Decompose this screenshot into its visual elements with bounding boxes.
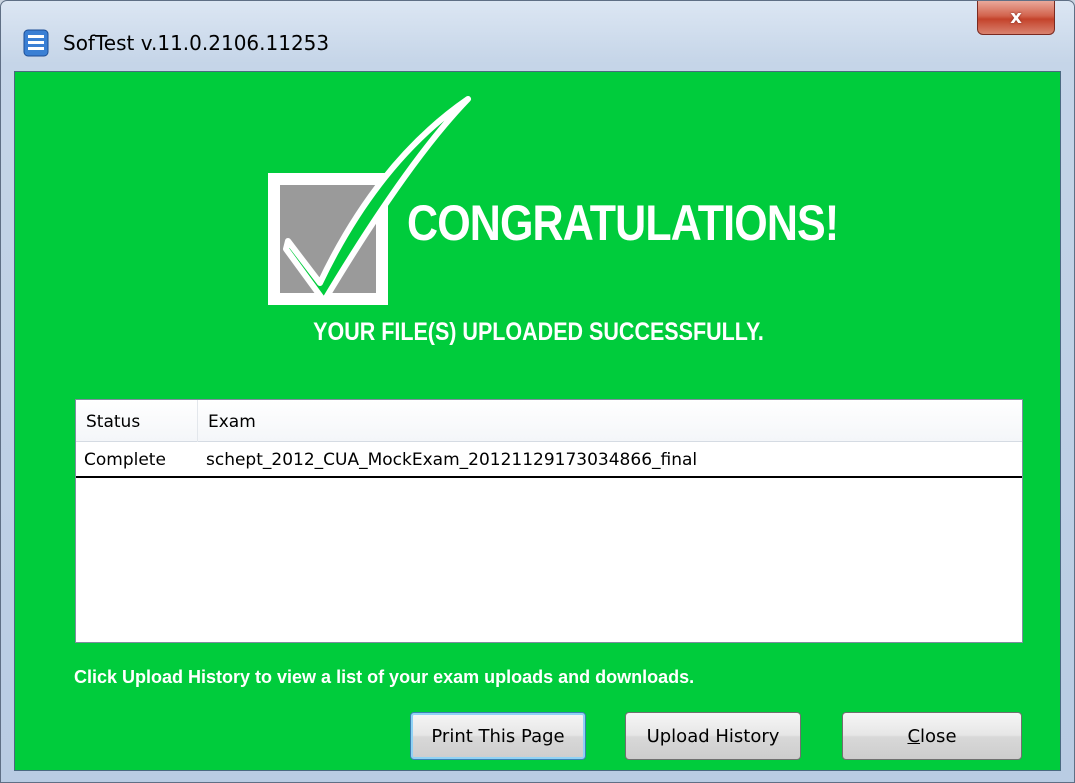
print-page-button[interactable]: Print This Page xyxy=(410,712,586,760)
softest-app-icon xyxy=(23,29,49,57)
close-button-label: lose xyxy=(920,725,957,747)
upload-history-hint: Click Upload History to view a list of y… xyxy=(74,667,695,687)
close-button-mnemonic: C xyxy=(907,725,921,747)
close-button[interactable]: Close xyxy=(842,712,1022,760)
window-title: SofTest v.11.0.2106.11253 xyxy=(63,31,330,55)
success-panel: CONGRATULATIONS! YOUR FILE(S) UPLOADED S… xyxy=(14,71,1061,771)
uploads-table[interactable]: Status Exam Complete schept_2012_CUA_Moc… xyxy=(75,399,1023,643)
column-header-status[interactable]: Status xyxy=(76,400,198,442)
upload-history-button[interactable]: Upload History xyxy=(625,712,801,760)
table-row[interactable]: Complete schept_2012_CUA_MockExam_201211… xyxy=(76,442,1022,478)
window-close-button[interactable]: x xyxy=(977,1,1055,35)
title-bar[interactable]: SofTest v.11.0.2106.11253 x xyxy=(1,1,1074,73)
close-icon: x xyxy=(1010,7,1022,28)
softest-window: SofTest v.11.0.2106.11253 x CONGRATULATI… xyxy=(0,0,1075,783)
column-header-exam[interactable]: Exam xyxy=(198,400,1022,442)
headline: CONGRATULATIONS! xyxy=(407,195,839,251)
history-button-label: Upload History xyxy=(646,725,780,747)
cell-exam: schept_2012_CUA_MockExam_201211291730348… xyxy=(206,450,698,470)
cell-status: Complete xyxy=(84,450,166,470)
upload-success-message: YOUR FILE(S) UPLOADED SUCCESSFULLY. xyxy=(313,318,764,346)
print-button-label: Print This Page xyxy=(431,725,565,747)
table-header: Status Exam xyxy=(76,400,1022,442)
